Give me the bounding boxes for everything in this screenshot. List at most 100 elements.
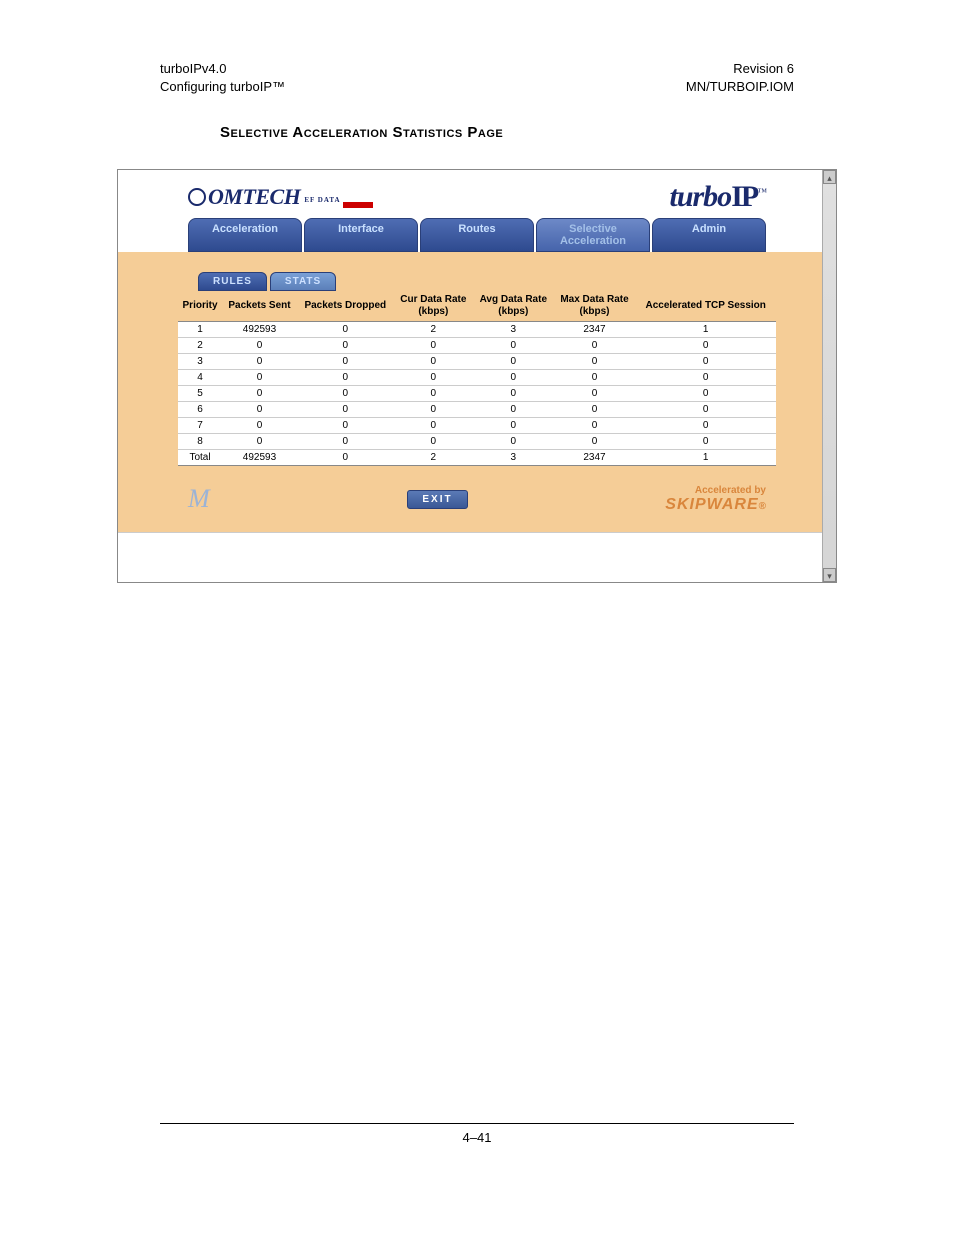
doc-id: MN/TURBOIP.IOM (686, 78, 794, 96)
document-page: turboIPv4.0 Configuring turboIP™ Revisio… (0, 0, 954, 1175)
product-name: turboIPv4.0 (160, 60, 285, 78)
column-header: Max Data Rate (kbps) (554, 291, 636, 322)
registered-mark: ® (759, 501, 766, 512)
table-cell: 2 (394, 322, 473, 338)
table-cell: 0 (297, 322, 394, 338)
table-cell: 0 (394, 386, 473, 402)
main-tab-admin[interactable]: Admin (652, 218, 766, 252)
sub-tabs: RULESSTATS (198, 272, 776, 291)
page-number: 4–41 (0, 1124, 954, 1175)
table-cell: 0 (222, 370, 297, 386)
table-cell: 0 (473, 354, 554, 370)
table-cell: 0 (554, 338, 636, 354)
sub-tab-stats[interactable]: STATS (270, 272, 336, 291)
table-cell: 0 (473, 386, 554, 402)
table-cell: 0 (635, 402, 776, 418)
comtech-text: OMTECH (208, 184, 300, 210)
table-cell: 0 (394, 370, 473, 386)
table-cell: 0 (473, 418, 554, 434)
table-cell: 0 (297, 434, 394, 450)
turbo-text: turbo (669, 180, 731, 213)
page-whitespace (0, 583, 954, 1123)
accelerated-by-label: Accelerated by (665, 485, 766, 496)
table-cell: 5 (178, 386, 222, 402)
comtech-logo: OMTECH EF DATA (188, 184, 373, 210)
section-title: Selective Acceleration Statistics Page (220, 124, 954, 141)
main-tab-interface[interactable]: Interface (304, 218, 418, 252)
globe-icon (188, 188, 206, 206)
table-cell: 0 (635, 370, 776, 386)
main-tab-selective-acceleration[interactable]: Selective Acceleration (536, 218, 650, 252)
app-header: OMTECH EF DATA turboIP™ (118, 170, 836, 218)
main-tab-acceleration[interactable]: Acceleration (188, 218, 302, 252)
revision: Revision 6 (686, 60, 794, 78)
table-cell: 0 (473, 370, 554, 386)
sub-tab-rules[interactable]: RULES (198, 272, 267, 291)
signature-icon: M (188, 484, 210, 514)
table-cell: 7 (178, 418, 222, 434)
table-cell: 0 (297, 450, 394, 466)
table-row: Total49259302323471 (178, 450, 776, 466)
scroll-up-icon[interactable]: ▴ (823, 170, 836, 184)
table-cell: 0 (635, 434, 776, 450)
table-row: 149259302323471 (178, 322, 776, 338)
table-cell: 1 (635, 322, 776, 338)
table-cell: 0 (554, 434, 636, 450)
scroll-down-icon[interactable]: ▾ (823, 568, 836, 582)
table-cell: 3 (473, 450, 554, 466)
embedded-screenshot: ▴ ▾ OMTECH EF DATA turboIP™ Acceleration… (117, 169, 837, 583)
statusbar-placeholder (118, 532, 836, 582)
table-cell: 0 (554, 418, 636, 434)
table-cell: 1 (635, 450, 776, 466)
content-area: RULESSTATS PriorityPackets SentPackets D… (118, 252, 836, 532)
chapter-title: Configuring turboIP™ (160, 78, 285, 96)
column-header: Packets Dropped (297, 291, 394, 322)
table-cell: 0 (297, 386, 394, 402)
turboip-logo: turboIP™ (669, 180, 766, 214)
table-cell: 0 (635, 386, 776, 402)
table-cell: 0 (297, 338, 394, 354)
doc-header-left: turboIPv4.0 Configuring turboIP™ (160, 60, 285, 96)
table-cell: 0 (222, 402, 297, 418)
table-cell: 0 (222, 434, 297, 450)
vertical-scrollbar[interactable]: ▴ ▾ (822, 170, 836, 582)
table-cell: 2 (394, 450, 473, 466)
table-cell: 0 (394, 402, 473, 418)
table-cell: 0 (222, 338, 297, 354)
table-cell: 0 (635, 418, 776, 434)
table-cell: 1 (178, 322, 222, 338)
app-footer: M EXIT Accelerated by SKIPWARE® (178, 484, 776, 514)
main-tabs: AccelerationInterfaceRoutesSelective Acc… (118, 218, 836, 252)
table-row: 5000000 (178, 386, 776, 402)
table-cell: 6 (178, 402, 222, 418)
table-cell: 0 (297, 418, 394, 434)
column-header: Priority (178, 291, 222, 322)
doc-header: turboIPv4.0 Configuring turboIP™ Revisio… (0, 60, 954, 96)
column-header: Avg Data Rate (kbps) (473, 291, 554, 322)
exit-button[interactable]: EXIT (407, 490, 467, 509)
table-header-row: PriorityPackets SentPackets DroppedCur D… (178, 291, 776, 322)
table-cell: 0 (473, 402, 554, 418)
column-header: Packets Sent (222, 291, 297, 322)
main-tab-routes[interactable]: Routes (420, 218, 534, 252)
table-cell: 2 (178, 338, 222, 354)
table-cell: 0 (297, 370, 394, 386)
table-cell: 0 (635, 338, 776, 354)
skipware-badge: Accelerated by SKIPWARE® (665, 485, 766, 514)
column-header: Cur Data Rate (kbps) (394, 291, 473, 322)
table-cell: 4 (178, 370, 222, 386)
table-cell: 0 (297, 354, 394, 370)
table-cell: 0 (297, 402, 394, 418)
table-cell: 2347 (554, 322, 636, 338)
table-cell: 0 (554, 370, 636, 386)
table-row: 8000000 (178, 434, 776, 450)
table-cell: 492593 (222, 450, 297, 466)
table-cell: 0 (635, 354, 776, 370)
table-row: 3000000 (178, 354, 776, 370)
table-cell: 0 (473, 434, 554, 450)
table-row: 2000000 (178, 338, 776, 354)
table-cell: Total (178, 450, 222, 466)
tm-mark: ™ (757, 187, 766, 198)
table-cell: 0 (394, 338, 473, 354)
table-row: 4000000 (178, 370, 776, 386)
